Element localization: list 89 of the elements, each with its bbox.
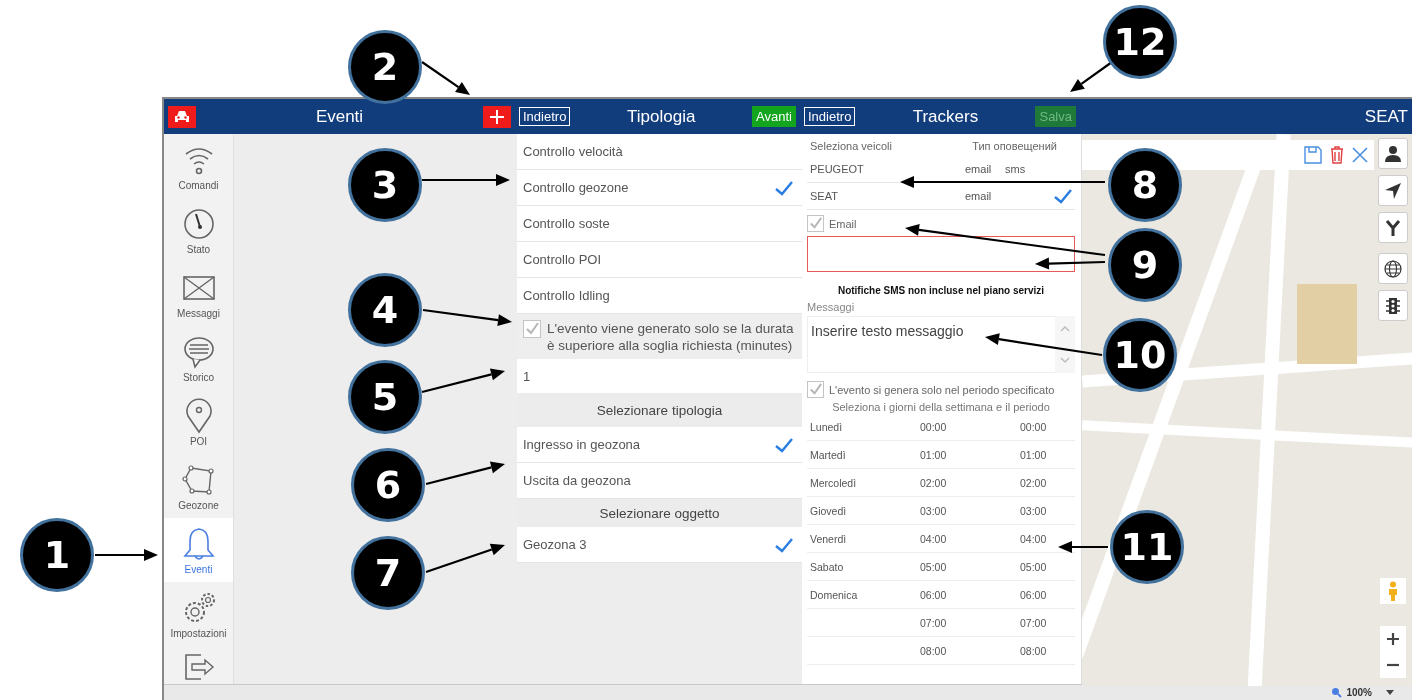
start-time[interactable]: 02:00 <box>920 476 1020 489</box>
zoom-icon <box>1331 687 1343 699</box>
start-time[interactable]: 08:00 <box>920 644 1020 657</box>
message-field[interactable]: Inserire testo messaggio <box>807 316 1055 374</box>
end-time[interactable]: 01:00 <box>1020 448 1075 461</box>
channel-label: email <box>965 190 993 203</box>
checkbox-label: Email <box>829 217 857 230</box>
person-icon[interactable] <box>1384 144 1402 163</box>
day-label[interactable]: Venerdì <box>810 532 920 545</box>
callout-number: 12 <box>1103 5 1177 79</box>
duration-field[interactable]: 1 <box>517 359 802 394</box>
save-icon[interactable] <box>1304 146 1322 165</box>
event-type-item[interactable]: Controllo Idling <box>517 278 802 315</box>
traffic-light-icon[interactable] <box>1384 296 1402 315</box>
start-time[interactable]: 06:00 <box>920 588 1020 601</box>
callout-number: 2 <box>348 30 422 104</box>
panel-title: Eventi <box>315 106 364 127</box>
fork-arrow-icon[interactable] <box>1384 218 1402 237</box>
column-heading: Seleziona veicoli <box>810 140 892 153</box>
sidebar-item[interactable]: POI <box>164 390 233 455</box>
event-type-item[interactable]: Controllo soste <box>517 206 802 243</box>
sidebar-item[interactable]: Messaggi <box>164 262 233 327</box>
sidebar-item[interactable]: Eventi <box>164 518 233 583</box>
option-item[interactable]: Geozona 3 <box>517 527 802 564</box>
sidebar-item[interactable]: Stato <box>164 198 233 263</box>
arrow <box>1070 61 1113 92</box>
navigation-icon[interactable] <box>1384 181 1402 200</box>
channel-label: sms <box>1005 163 1027 176</box>
arrow <box>1058 541 1108 553</box>
arrow <box>421 61 470 95</box>
start-time[interactable]: 00:00 <box>920 420 1020 433</box>
end-time[interactable]: 00:00 <box>1020 420 1075 433</box>
start-time[interactable]: 01:00 <box>920 448 1020 461</box>
end-time[interactable]: 06:00 <box>1020 588 1075 601</box>
start-time[interactable]: 07:00 <box>920 616 1020 629</box>
day-label[interactable]: Giovedì <box>810 504 920 517</box>
day-label[interactable]: Domenica <box>810 588 920 601</box>
panel-title: Trackers <box>912 106 979 127</box>
vehicle-name: PEUGEOT <box>810 163 865 176</box>
day-label[interactable]: Martedì <box>810 448 920 461</box>
field-label: Messaggi <box>807 301 856 314</box>
sidebar-item[interactable]: Comandi <box>164 134 233 199</box>
car-button[interactable] <box>168 105 196 128</box>
column-heading: Тип оповещений <box>972 140 1057 153</box>
sidebar-item[interactable]: Impostazioni <box>164 582 233 647</box>
panel-title: Tipologia <box>627 106 696 127</box>
checkbox-label: L'evento viene generato solo se la durata è superiore alla soglia richiesta (minutes) <box>547 320 794 355</box>
car-icon <box>174 109 190 124</box>
event-type-item[interactable]: Controllo POI <box>517 242 802 279</box>
end-time[interactable]: 03:00 <box>1020 504 1075 517</box>
globe-icon[interactable] <box>1384 259 1402 278</box>
period-hint: Seleziona i giorni della settimana e il periodo <box>831 401 1051 414</box>
day-label[interactable]: Mercoledì <box>810 476 920 489</box>
channel-label: email <box>965 163 993 176</box>
start-time[interactable]: 05:00 <box>920 560 1020 573</box>
checkbox[interactable] <box>807 381 824 399</box>
close-icon[interactable] <box>1352 147 1368 164</box>
vehicle-name: SEAT <box>1364 106 1408 127</box>
checkbox[interactable] <box>523 320 541 339</box>
start-time[interactable]: 03:00 <box>920 504 1020 517</box>
sidebar-item[interactable]: Geozone <box>164 454 233 519</box>
trash-icon[interactable] <box>1330 146 1344 165</box>
day-label[interactable]: Sabato <box>810 560 920 573</box>
end-time[interactable]: 07:00 <box>1020 616 1075 629</box>
option-item[interactable]: Uscita da geozona <box>517 463 802 500</box>
day-label[interactable]: Lunedì <box>810 420 920 433</box>
back-button[interactable]: Indietro <box>804 107 856 127</box>
arrow <box>95 549 158 561</box>
sms-notice: Notifiche SMS non incluse nel piano servizi <box>836 285 1046 297</box>
callout-number: 1 <box>20 518 94 592</box>
zoom-level: 100% <box>1346 687 1372 699</box>
end-time[interactable]: 08:00 <box>1020 644 1075 657</box>
end-time[interactable]: 05:00 <box>1020 560 1075 573</box>
email-field[interactable] <box>807 236 1075 273</box>
start-time[interactable]: 04:00 <box>920 532 1020 545</box>
event-type-item[interactable]: Controllo velocità <box>517 134 802 171</box>
checkbox-label: L'evento si genera solo nel periodo specificato <box>829 383 1055 396</box>
caret-icon[interactable] <box>1386 690 1394 696</box>
sidebar-item[interactable]: Storico <box>164 326 233 391</box>
end-time[interactable]: 02:00 <box>1020 476 1075 489</box>
back-button[interactable]: Indietro <box>519 107 571 127</box>
vehicle-name: SEAT <box>810 190 839 203</box>
zoom-in-icon[interactable] <box>1387 633 1399 646</box>
option-item[interactable]: Ingresso in geozona <box>517 427 802 464</box>
add-button[interactable] <box>483 105 511 128</box>
end-time[interactable]: 04:00 <box>1020 532 1075 545</box>
event-type-item[interactable]: Controllo geozone <box>517 170 802 207</box>
checkbox[interactable] <box>807 215 824 233</box>
plus-icon <box>490 109 504 124</box>
